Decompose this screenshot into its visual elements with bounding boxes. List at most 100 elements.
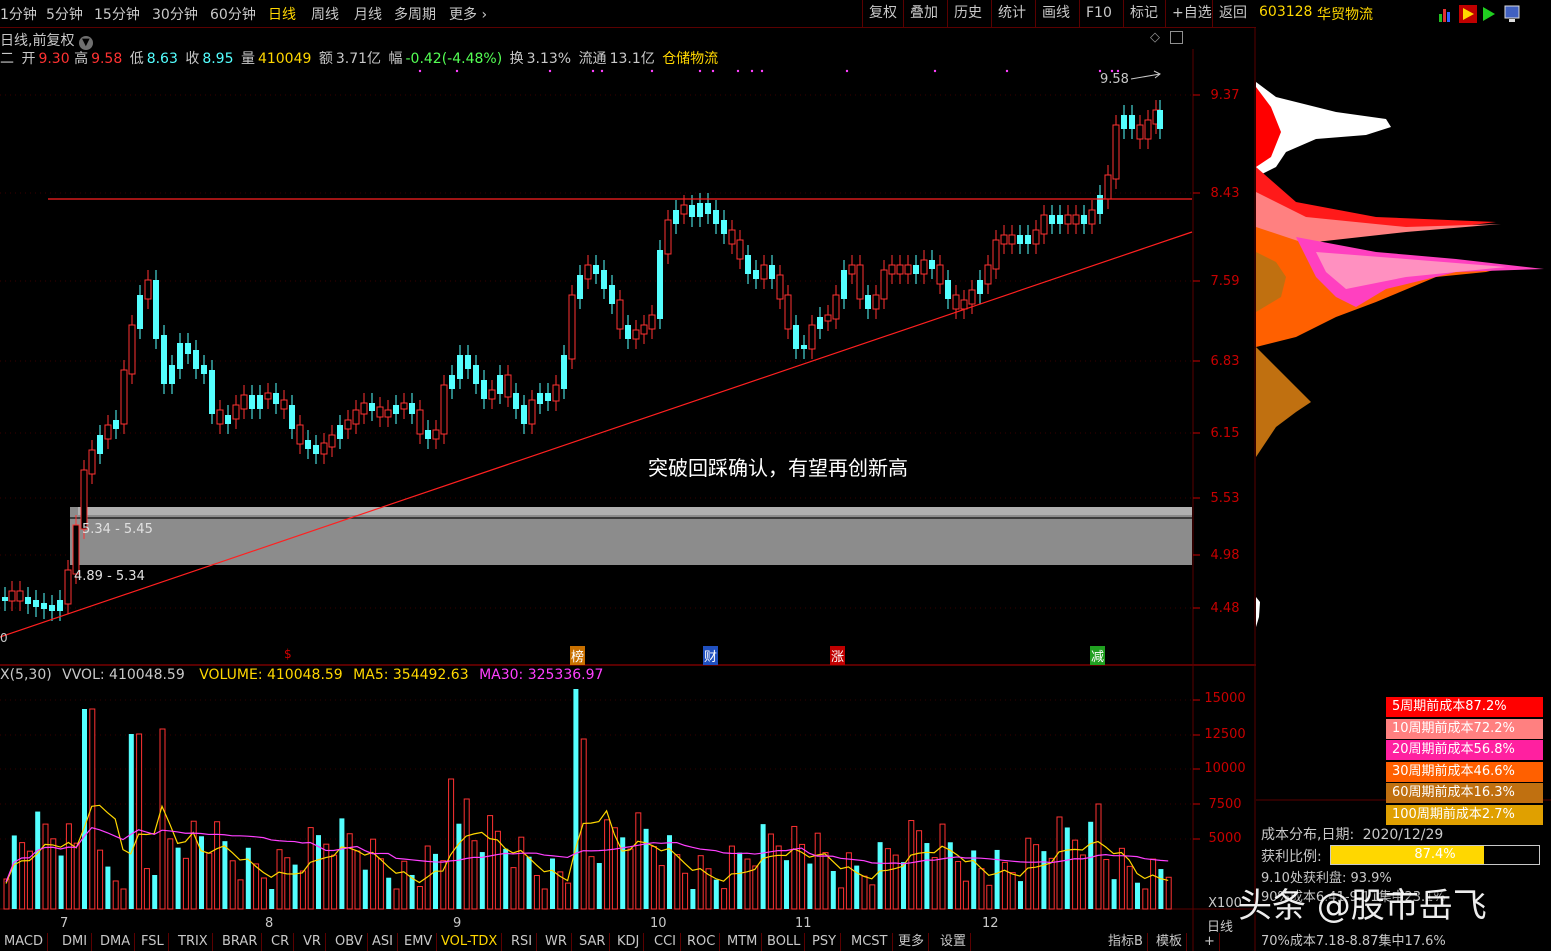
indicator-tab[interactable]: SAR: [575, 933, 611, 951]
f10-button[interactable]: F10: [1079, 0, 1118, 27]
candle-body: [201, 365, 207, 374]
indicator-tab[interactable]: CCI: [650, 933, 681, 951]
candle-body: [728, 229, 736, 245]
volume-bar: [299, 870, 306, 910]
indicator-tab[interactable]: PSY: [808, 933, 842, 951]
candle-body: [1032, 229, 1040, 245]
candle-body: [1040, 214, 1048, 235]
period-30min[interactable]: 30分钟: [152, 4, 198, 24]
mark-button[interactable]: 标记: [1123, 0, 1164, 27]
event-marker[interactable]: $: [284, 647, 292, 661]
period-1min[interactable]: 1分钟: [0, 4, 37, 24]
indicator-tab[interactable]: DMA: [96, 933, 136, 951]
candle-body: [593, 265, 599, 274]
panel-toggle-icon[interactable]: [1170, 31, 1184, 44]
kline-chart[interactable]: [0, 27, 1256, 951]
trend-line[interactable]: [0, 231, 1193, 638]
candle-body: [337, 425, 343, 439]
period-multi[interactable]: 多周期: [394, 4, 436, 24]
play-icon[interactable]: [1483, 7, 1495, 21]
bar-chart-icon[interactable]: [1439, 9, 1450, 22]
weekday-label: 二: [0, 51, 14, 67]
signal-dot: [591, 69, 595, 73]
indicator-tab[interactable]: FSL: [137, 933, 169, 951]
volume-bar: [550, 858, 555, 909]
candle-body: [1104, 174, 1112, 200]
indicator-tab[interactable]: WR: [541, 933, 572, 951]
period-weekly[interactable]: 周线: [311, 4, 339, 24]
candle-body: [888, 264, 896, 275]
indicator-tab[interactable]: MCST: [847, 933, 893, 951]
indicator-tab[interactable]: ROC: [683, 933, 721, 951]
chart-mode[interactable]: 日线,前复权 ▼: [0, 30, 93, 50]
volume-bar: [346, 833, 353, 910]
volume-bar: [19, 842, 26, 910]
candle-body: [936, 264, 944, 285]
indicator-tab[interactable]: RSI: [507, 933, 538, 951]
indicator-tab[interactable]: VOL-TDX: [437, 933, 503, 951]
period-15min[interactable]: 15分钟: [94, 4, 140, 24]
volume-bar: [1033, 844, 1040, 910]
cost-date: 2020/12/29: [1362, 827, 1444, 843]
indicator-tab[interactable]: MACD: [0, 933, 48, 951]
history-button[interactable]: 历史: [947, 0, 988, 27]
candle-body: [376, 406, 384, 418]
candle-body: [625, 325, 631, 339]
volume-bar: [807, 863, 813, 909]
indicator-tab[interactable]: OBV: [331, 933, 368, 951]
statistics-button[interactable]: 统计: [991, 0, 1032, 27]
candle-body: [360, 402, 368, 415]
draw-line-button[interactable]: 画线: [1035, 0, 1076, 27]
volume-bar: [690, 889, 696, 909]
event-marker[interactable]: 涨: [830, 646, 846, 665]
indicator-tab[interactable]: KDJ: [613, 933, 645, 951]
chart-tools: ◇: [1150, 30, 1184, 45]
period-monthly[interactable]: 月线: [354, 4, 382, 24]
ma30-value: MA30: 325336.97: [479, 667, 604, 683]
candle-body: [128, 324, 136, 375]
volume-bar: [479, 852, 485, 909]
candle-body: [25, 597, 31, 604]
template-tab[interactable]: 指标B: [1104, 933, 1148, 951]
candle-body: [856, 264, 864, 300]
indicator-params[interactable]: X(5,30): [0, 667, 52, 683]
indicator-tab[interactable]: 设置: [936, 933, 972, 951]
period-60min[interactable]: 60分钟: [210, 4, 256, 24]
candle-body: [1057, 215, 1063, 224]
candle-body: [817, 317, 823, 329]
indicator-tab[interactable]: VR: [299, 933, 326, 951]
indicator-tab[interactable]: MTM: [723, 933, 763, 951]
period-more[interactable]: 更多 ›: [449, 4, 487, 24]
volume-bar: [518, 836, 525, 910]
indicator-tab[interactable]: TRIX: [174, 933, 213, 951]
candle-body: [945, 280, 951, 299]
indicator-tab[interactable]: EMV: [400, 933, 438, 951]
volume-bar: [112, 880, 119, 910]
volume-bar: [503, 848, 509, 909]
diamond-icon[interactable]: ◇: [1150, 30, 1160, 45]
monitor-icon[interactable]: [1504, 5, 1520, 22]
volume-bar: [658, 865, 665, 910]
template-tab[interactable]: +: [1200, 933, 1220, 951]
red-flag-icon[interactable]: [1459, 5, 1477, 23]
event-marker[interactable]: 财: [703, 646, 719, 665]
change-value: -0.42(-4.48%): [405, 51, 503, 67]
restore-rights-button[interactable]: 复权: [862, 0, 903, 27]
volume-bar: [1009, 872, 1016, 910]
indicator-tab[interactable]: CR: [267, 933, 295, 951]
indicator-tab[interactable]: DMI: [58, 933, 93, 951]
overlay-button[interactable]: 叠加: [903, 0, 944, 27]
event-marker[interactable]: 减: [1090, 646, 1106, 665]
template-tab[interactable]: 模板: [1152, 933, 1188, 951]
volume-bar: [276, 849, 283, 910]
indicator-tab[interactable]: BOLL: [763, 933, 806, 951]
period-5min[interactable]: 5分钟: [46, 4, 83, 24]
sector-label[interactable]: 仓储物流: [662, 51, 718, 67]
volume-bar: [339, 818, 345, 909]
period-daily[interactable]: 日线: [268, 4, 296, 24]
indicator-tab[interactable]: BRAR: [218, 933, 263, 951]
candle-body: [193, 350, 199, 369]
indicator-tab[interactable]: ASI: [368, 933, 398, 951]
indicator-tab[interactable]: 更多: [894, 933, 930, 951]
event-marker[interactable]: 榜: [570, 646, 586, 665]
